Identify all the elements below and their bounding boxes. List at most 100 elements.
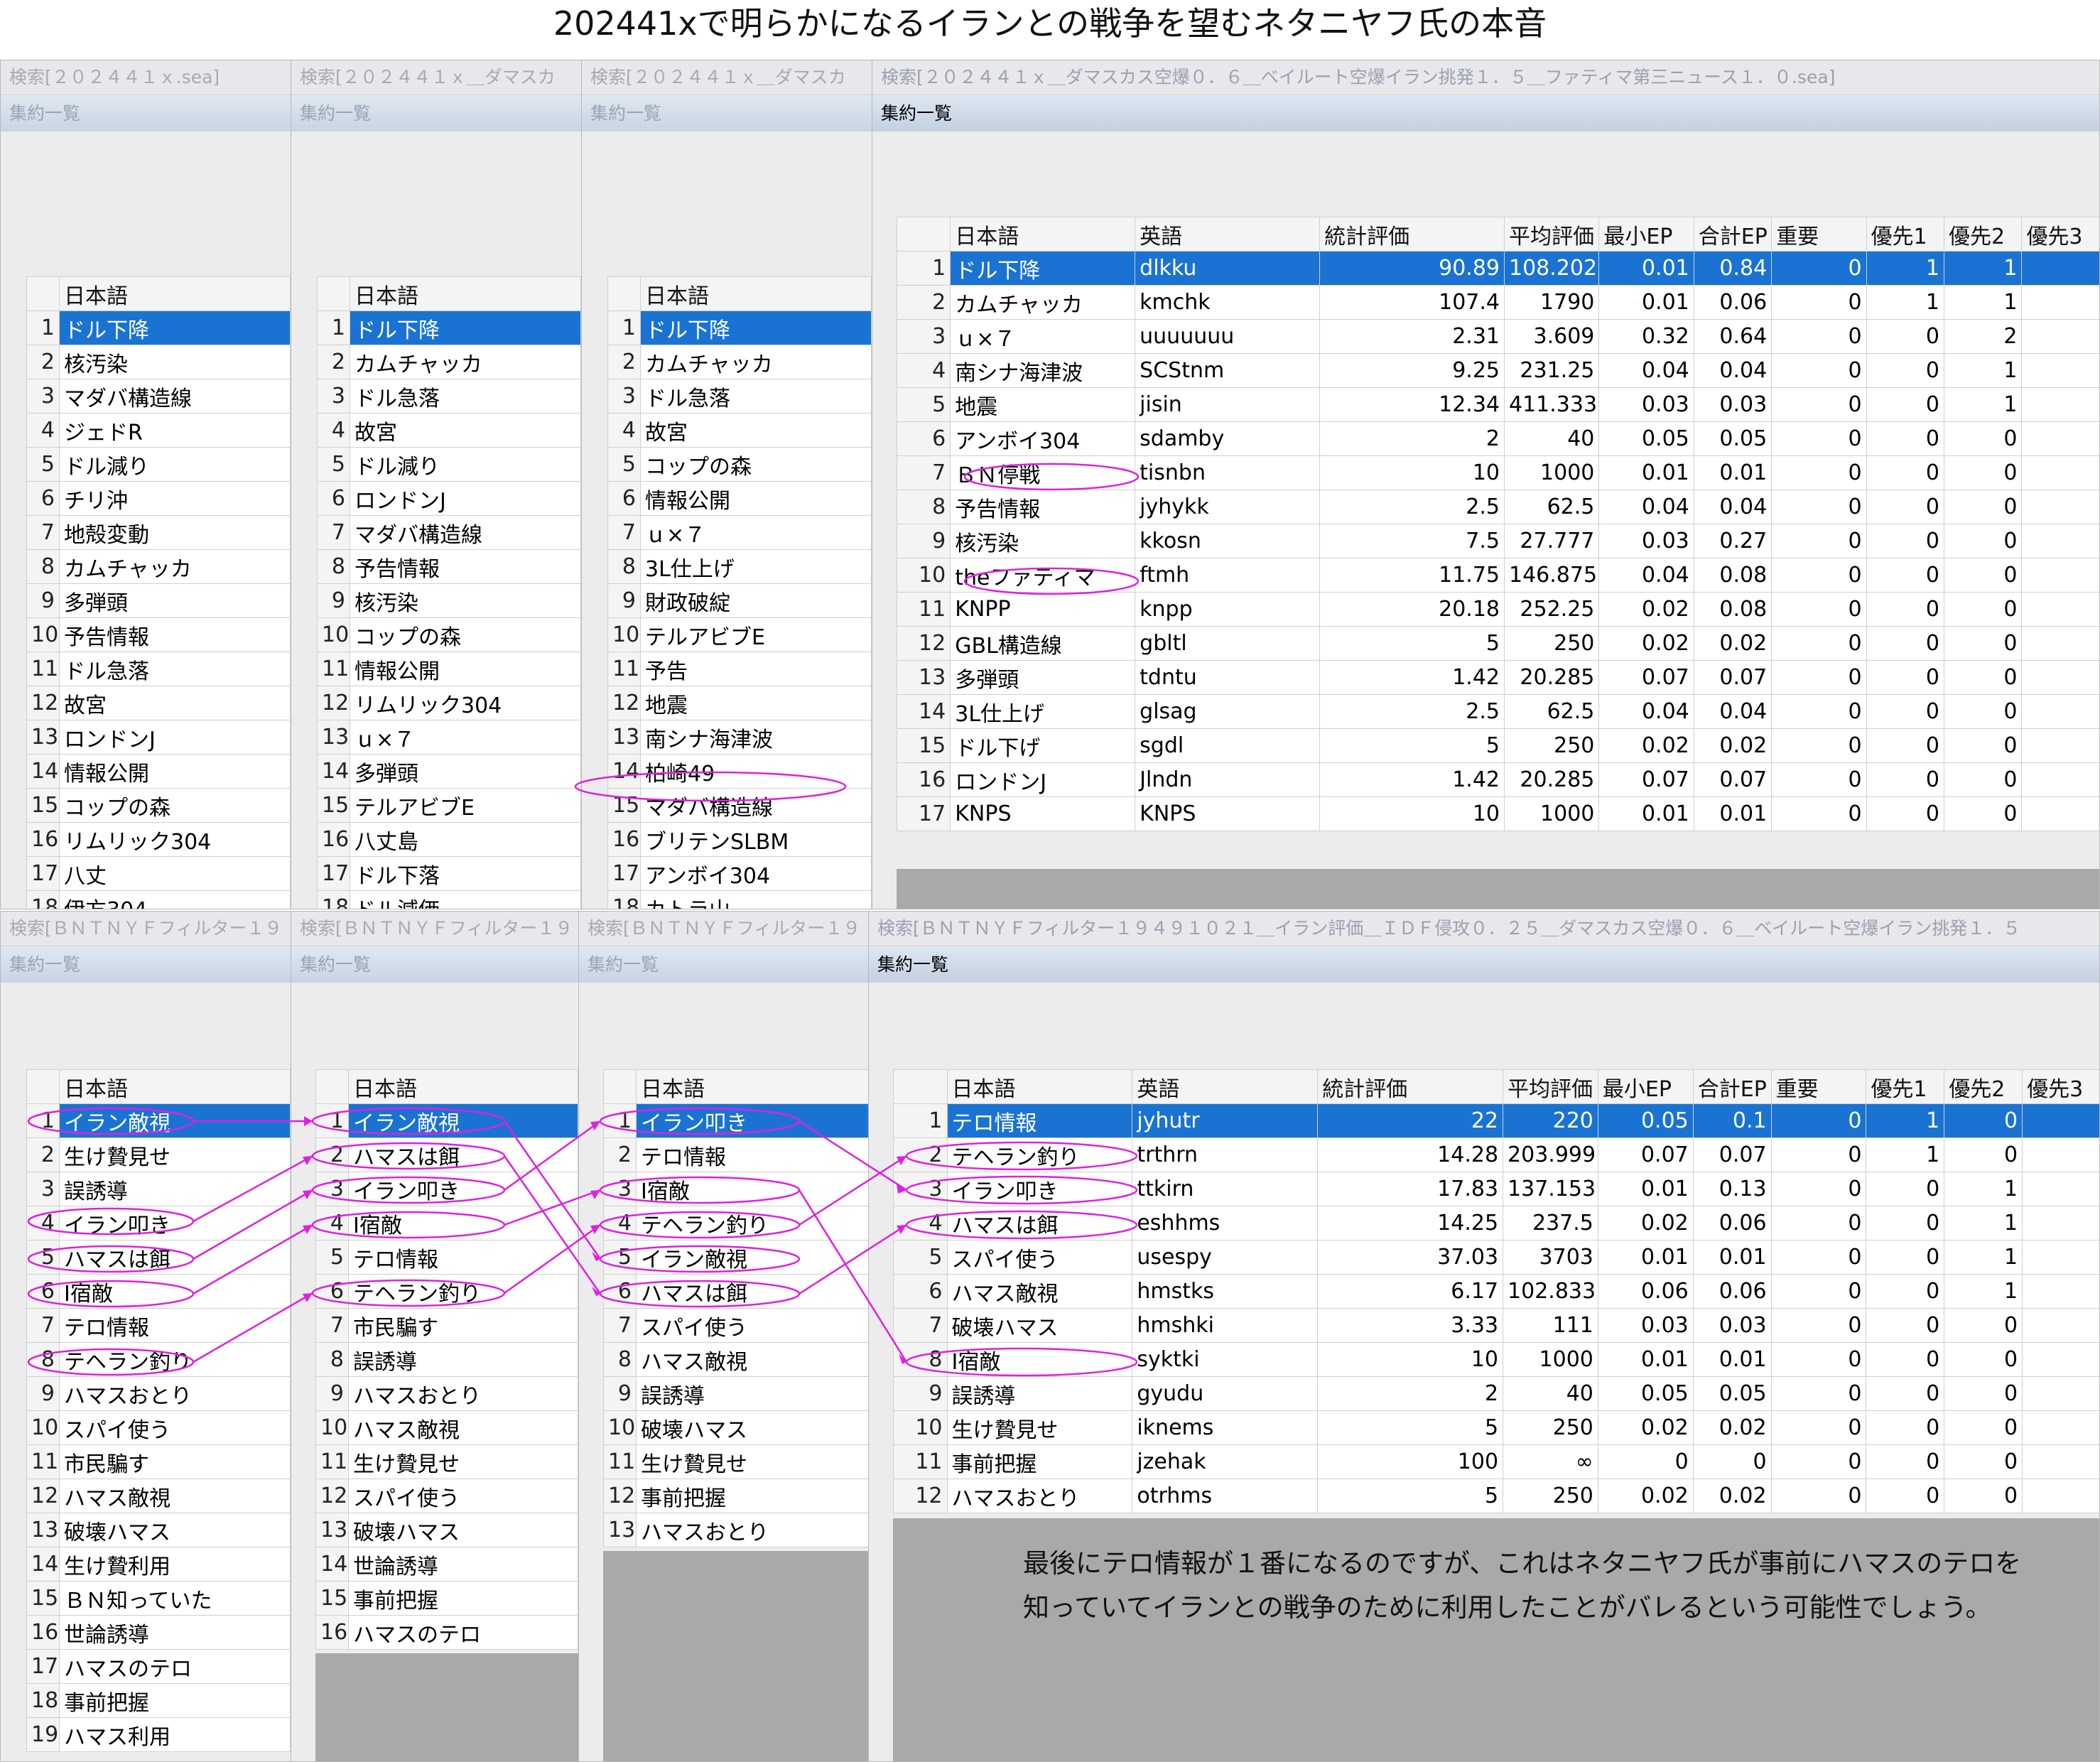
table-row[interactable]: 2 テヘラン釣り trthrn 14.28 203.999 0.07 0.07 0 1 0: [893, 1137, 2099, 1172]
english-cell[interactable]: Jlndn: [1135, 762, 1321, 797]
table-row[interactable]: 12 ハマス敵視: [26, 1479, 291, 1513]
table-row[interactable]: 6 ハマスは餌: [603, 1274, 869, 1309]
keyword-cell[interactable]: テロ情報: [636, 1137, 869, 1172]
keyword-cell[interactable]: 破壊ハマス: [946, 1308, 1133, 1343]
top-window-1[interactable]: 検索[２０２４４１ｘ.sea] 集約一覧 日本語 1 ドル下降 2 核汚染 3 マダバ構造線…: [0, 60, 291, 909]
keyword-cell[interactable]: 故宮: [59, 686, 291, 720]
table-row[interactable]: 16 ハマスのテロ: [315, 1615, 578, 1650]
table-row[interactable]: 12 スパイ使う: [315, 1479, 578, 1513]
keyword-cell[interactable]: ＢＮ知っていた: [59, 1581, 291, 1616]
keyword-cell[interactable]: 南シナ海津波: [640, 720, 872, 755]
table-row[interactable]: 7 マダバ構造線: [317, 515, 581, 550]
keyword-cell[interactable]: カムチャッカ: [640, 345, 872, 379]
keyword-cell[interactable]: 核汚染: [950, 524, 1136, 558]
keyword-cell[interactable]: 多弾頭: [350, 754, 581, 789]
keyword-cell[interactable]: マダバ構造線: [640, 788, 872, 823]
table-row[interactable]: 13 破壊ハマス: [315, 1513, 578, 1547]
table-row[interactable]: 13 南シナ海津波: [607, 720, 872, 755]
column-header-japanese[interactable]: 日本語: [636, 1069, 869, 1104]
keyword-cell[interactable]: 生け贄見せ: [348, 1444, 578, 1479]
table-row[interactable]: 1 イラン敵視: [315, 1103, 578, 1138]
keyword-cell[interactable]: ハマスのテロ: [59, 1649, 291, 1684]
table-row[interactable]: 14 多弾頭: [317, 754, 581, 789]
keyword-cell[interactable]: 生け贄利用: [59, 1547, 291, 1582]
table-row[interactable]: 17 ハマスのテロ: [26, 1649, 291, 1684]
table-row[interactable]: 7 市民騙す: [315, 1308, 578, 1343]
keyword-cell[interactable]: 誤誘導: [946, 1376, 1133, 1411]
english-cell[interactable]: sdamby: [1135, 421, 1321, 456]
column-header[interactable]: 優先2: [1943, 217, 2023, 252]
english-cell[interactable]: hmshki: [1132, 1308, 1319, 1343]
top-window-2[interactable]: 検索[２０２４４１ｘ＿ダマスカ 集約一覧 日本語 1 ドル下降 2 カムチャッカ 3 ドル急…: [291, 60, 582, 909]
keyword-cell[interactable]: ハマスおとり: [348, 1376, 578, 1411]
keyword-cell[interactable]: ハマス敵視: [59, 1479, 291, 1513]
keyword-cell[interactable]: ｕ×７: [350, 720, 581, 755]
list-table[interactable]: 日本語 1 イラン敵視 2 生け贄見せ 3 誤誘導 4 イラン叩き 5 ハマスは餌 6 I宿敵 7 テロ情報…: [26, 1069, 291, 1752]
table-row[interactable]: 3 誤誘導: [26, 1172, 291, 1206]
column-header-japanese[interactable]: 日本語: [640, 276, 872, 311]
keyword-cell[interactable]: ドル減価: [350, 890, 581, 909]
keyword-cell[interactable]: ハマスおとり: [59, 1376, 291, 1411]
table-row[interactable]: 15 ドル下げ sgdl 5 250 0.02 0.02 0 0 0: [896, 728, 2099, 763]
keyword-cell[interactable]: I宿敵: [946, 1342, 1133, 1377]
table-row[interactable]: 12 地震: [607, 686, 872, 720]
table-row[interactable]: 4 ジェドR: [26, 413, 291, 448]
keyword-cell[interactable]: テヘラン釣り: [636, 1206, 869, 1241]
keyword-cell[interactable]: ハマスのテロ: [348, 1615, 578, 1650]
table-row[interactable]: 10 破壊ハマス: [603, 1410, 869, 1445]
keyword-cell[interactable]: ブリテンSLBM: [640, 822, 872, 857]
keyword-cell[interactable]: 核汚染: [59, 345, 291, 379]
keyword-cell[interactable]: I宿敵: [348, 1206, 578, 1241]
table-row[interactable]: 2 生け贄見せ: [26, 1137, 291, 1172]
english-cell[interactable]: kmchk: [1135, 285, 1321, 320]
keyword-cell[interactable]: 予告: [640, 652, 872, 686]
keyword-cell[interactable]: ドル急落: [59, 652, 291, 686]
bottom-window-3[interactable]: 検索[ＢＮＴＮＹＦフィルター１９ 集約一覧 日本語 1 イラン叩き 2 テロ情報 3 I宿敵…: [578, 911, 870, 1762]
table-row[interactable]: 2 核汚染: [26, 345, 291, 379]
table-row[interactable]: 5 イラン敵視: [603, 1240, 869, 1275]
english-cell[interactable]: iknems: [1132, 1410, 1319, 1445]
table-row[interactable]: 6 チリ沖: [26, 481, 291, 516]
table-row[interactable]: 10 生け贄見せ iknems 5 250 0.02 0.02 0 0 0: [893, 1410, 2099, 1445]
keyword-cell[interactable]: コップの森: [350, 617, 581, 652]
keyword-cell[interactable]: リムリック304: [59, 822, 291, 857]
table-row[interactable]: 14 世論誘導: [315, 1547, 578, 1582]
keyword-cell[interactable]: ハマス敵視: [348, 1410, 578, 1445]
keyword-cell[interactable]: 破壊ハマス: [636, 1410, 869, 1445]
english-cell[interactable]: knpp: [1135, 592, 1321, 627]
table-row[interactable]: 11 生け贄見せ: [603, 1444, 869, 1479]
keyword-cell[interactable]: 地震: [950, 387, 1136, 422]
column-header[interactable]: 優先3: [2022, 1069, 2099, 1104]
keyword-cell[interactable]: ハマス敵視: [636, 1342, 869, 1377]
keyword-cell[interactable]: ｕ×７: [640, 515, 872, 550]
table-row[interactable]: 5 地震 jisin 12.34 411.333 0.03 0.03 0 0 1: [896, 387, 2099, 422]
column-header[interactable]: 重要: [1771, 217, 1867, 252]
table-row[interactable]: 11 KNPP knpp 20.18 252.25 0.02 0.08 0 0 0: [896, 592, 2099, 627]
column-header[interactable]: 優先2: [1944, 1069, 2023, 1104]
keyword-cell[interactable]: 3L仕上げ: [640, 549, 872, 584]
keyword-cell[interactable]: 誤誘導: [636, 1376, 869, 1411]
keyword-cell[interactable]: ドル下降: [950, 251, 1136, 286]
table-row[interactable]: 12 事前把握: [603, 1479, 869, 1513]
keyword-cell[interactable]: ハマス敵視: [946, 1274, 1133, 1309]
table-row[interactable]: 1 イラン敵視: [26, 1103, 291, 1138]
table-row[interactable]: 3 ドル急落: [317, 379, 581, 414]
table-row[interactable]: 14 3L仕上げ glsag 2.5 62.5 0.04 0.04 0 0 0: [896, 694, 2099, 729]
table-row[interactable]: 8 予告情報: [317, 549, 581, 584]
bottom-window-4[interactable]: 検索[ＢＮＴＮＹＦフィルター１９４９１０２１＿イラン評価＿ＩＤＦ侵攻０．２５＿ダ…: [868, 911, 2100, 1762]
column-header[interactable]: 最小EP: [1597, 1069, 1694, 1104]
english-cell[interactable]: jisin: [1135, 387, 1321, 422]
keyword-cell[interactable]: 柏崎49: [640, 754, 872, 789]
table-row[interactable]: 6 情報公開: [607, 481, 872, 516]
english-cell[interactable]: ftmh: [1135, 558, 1321, 593]
table-row[interactable]: 15 テルアビブE: [317, 788, 581, 823]
keyword-cell[interactable]: 伊方304: [59, 890, 291, 909]
table-row[interactable]: 17 KNPS KNPS 10 1000 0.01 0.01 0 0 0: [896, 796, 2099, 831]
keyword-cell[interactable]: 事前把握: [59, 1683, 291, 1718]
table-row[interactable]: 11 市民騙す: [26, 1444, 291, 1479]
table-row[interactable]: 11 生け贄見せ: [315, 1444, 578, 1479]
bottom-window-1[interactable]: 検索[ＢＮＴＮＹＦフィルター１９ 集約一覧 日本語 1 イラン敵視 2 生け贄見せ 3 誤誘…: [0, 911, 291, 1762]
table-row[interactable]: 5 コップの森: [607, 447, 872, 482]
keyword-cell[interactable]: 予告情報: [59, 617, 291, 652]
keyword-cell[interactable]: 情報公開: [640, 481, 872, 516]
